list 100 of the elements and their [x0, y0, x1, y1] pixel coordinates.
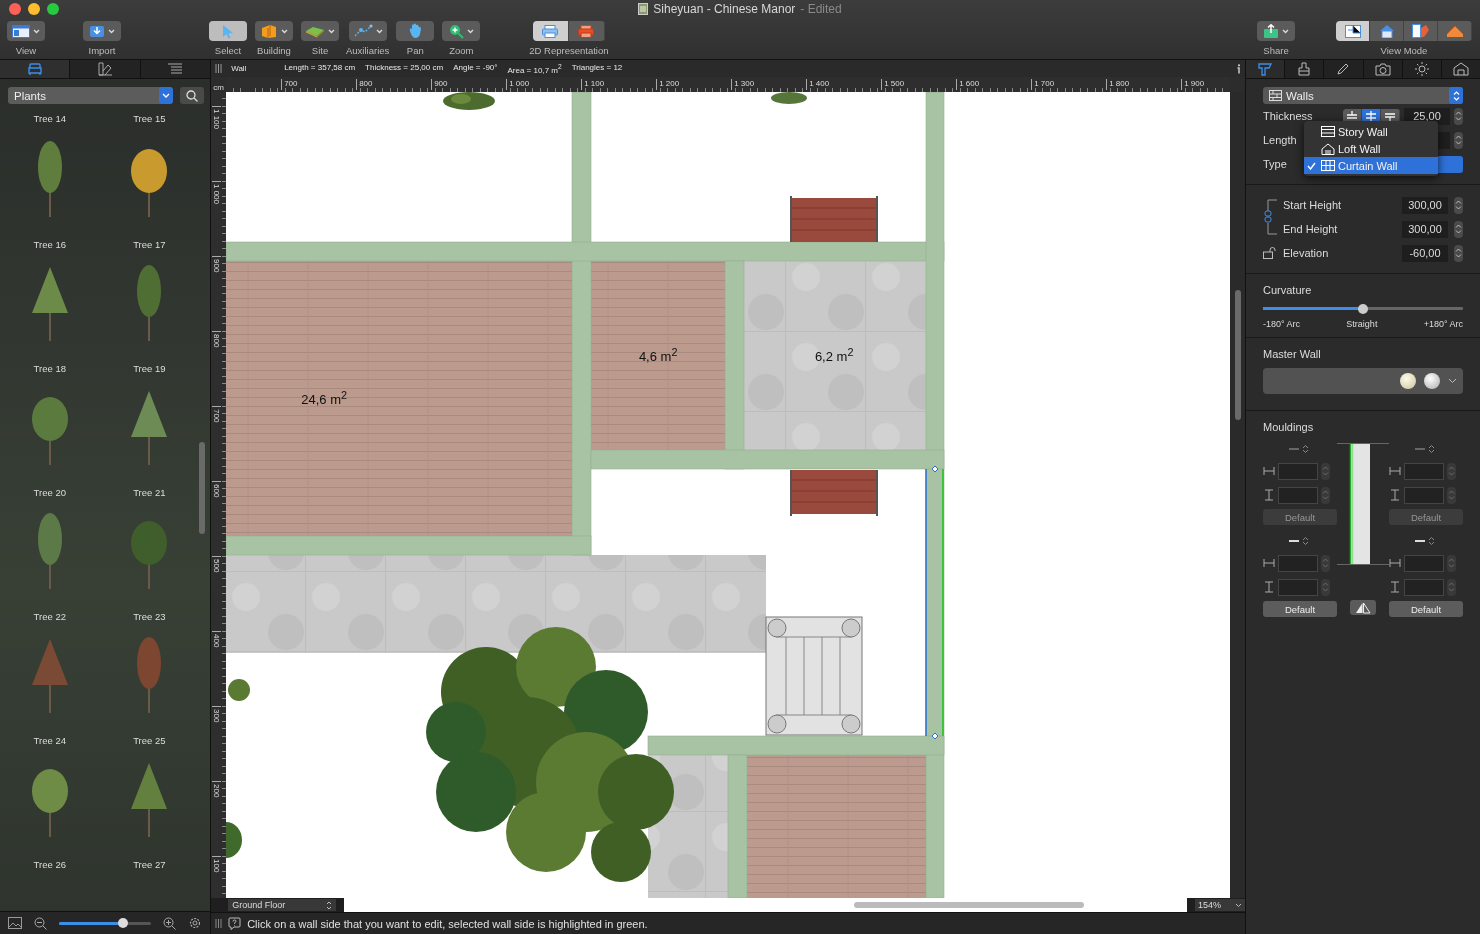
stairs-drawing[interactable]	[765, 616, 863, 736]
room-floor[interactable]	[226, 555, 767, 653]
height-field[interactable]: 300,00	[1402, 196, 1448, 214]
drag-handle-icon[interactable]	[215, 64, 223, 73]
height-field[interactable]	[1278, 578, 1318, 596]
floor-dropdown[interactable]: Ground Floor	[228, 899, 337, 911]
plant-item[interactable]: Tree 23	[99, 501, 200, 625]
plant-item[interactable]: Tree 24	[0, 625, 100, 749]
ruler-label: 1 500	[881, 79, 905, 90]
ruler-label: 800	[356, 79, 373, 90]
tool-button[interactable]	[442, 21, 481, 41]
scrollbar-thumb[interactable]	[199, 442, 206, 534]
width-field[interactable]	[1278, 462, 1318, 480]
help-bubble-icon	[228, 917, 242, 930]
height-field[interactable]	[1404, 578, 1444, 596]
stepper[interactable]	[1454, 107, 1463, 125]
close-button[interactable]	[9, 3, 21, 15]
measurement: Length = 357,58 cm	[284, 62, 356, 74]
default-button[interactable]: Default	[1263, 601, 1337, 617]
master-wall-dropdown[interactable]	[1263, 368, 1463, 394]
swatch-book-icon	[97, 62, 114, 76]
library-tab[interactable]	[0, 60, 70, 78]
menu-item[interactable]: Loft Wall	[1304, 140, 1438, 157]
width-field[interactable]	[1404, 462, 1444, 480]
menu-item[interactable]: Curtain Wall	[1304, 157, 1438, 174]
ruler-label: 1 900	[1181, 79, 1205, 90]
plant-item[interactable]: Tree 20	[0, 377, 100, 501]
room-area-label: 6,2 m$^{2}$	[814, 345, 854, 365]
measurement: Thickness = 25,00 cm	[365, 62, 444, 74]
width-field[interactable]	[1404, 554, 1444, 572]
zoom-in-icon[interactable]	[163, 916, 177, 930]
unlocked-padlock-icon[interactable]	[1263, 247, 1277, 259]
inspector-tab[interactable]	[1440, 60, 1480, 78]
plant-item[interactable]: Tree 19	[99, 253, 200, 377]
minimize-button[interactable]	[28, 3, 40, 15]
toolbar-button[interactable]	[1257, 21, 1295, 41]
inspector-tab[interactable]	[1401, 60, 1441, 78]
stepper[interactable]	[1454, 196, 1463, 214]
pencil-icon	[1336, 62, 1351, 76]
plant-item[interactable]: Tree 27	[99, 749, 200, 873]
height-field[interactable]: -60,00	[1402, 244, 1448, 262]
toolbar-button[interactable]	[83, 21, 121, 41]
info-icon[interactable]	[1236, 63, 1241, 74]
tool-button[interactable]	[348, 21, 387, 41]
toolbar-label: 2D Representation	[529, 45, 609, 56]
menu-item[interactable]: Story Wall	[1304, 123, 1438, 140]
search-button[interactable]	[180, 87, 205, 104]
stepper[interactable]	[1454, 244, 1463, 262]
tree-drawing[interactable]	[228, 679, 251, 701]
view-mode-button[interactable]	[1404, 21, 1438, 41]
stepper[interactable]	[1454, 220, 1463, 238]
chain-link-icon[interactable]	[1263, 199, 1279, 235]
height-field[interactable]: 300,00	[1402, 220, 1448, 238]
tool-button[interactable]	[396, 21, 435, 41]
height-field[interactable]	[1278, 486, 1318, 504]
bench-drawing[interactable]	[790, 469, 879, 517]
bench-drawing[interactable]	[790, 195, 879, 243]
measurement: Triangles = 12	[571, 62, 623, 74]
toolbar-button[interactable]	[7, 21, 45, 41]
stepper[interactable]	[1454, 131, 1463, 149]
curtain-wall-icon	[1321, 160, 1335, 171]
tree-drawing[interactable]	[771, 92, 808, 104]
inspector-tab[interactable]	[1362, 60, 1402, 78]
view-mode-button[interactable]	[1370, 21, 1404, 41]
library-tab[interactable]	[69, 60, 140, 78]
zoom-slider[interactable]	[59, 921, 152, 925]
zoom-out-icon[interactable]	[34, 916, 47, 930]
tree-drawing[interactable]	[426, 627, 675, 882]
scrollbar-thumb[interactable]	[1234, 290, 1241, 420]
default-button[interactable]: Default	[1389, 601, 1463, 617]
plant-item[interactable]: Tree 14	[0, 113, 100, 129]
drag-handle-icon[interactable]	[215, 919, 223, 928]
floor-plan-canvas[interactable]: 24,6 m$^{2}$ 4,6 m$^{2}$ 6,2 m$^{2}$	[226, 92, 1231, 898]
plant-item[interactable]: Tree 15	[99, 113, 200, 129]
category-dropdown[interactable]: Plants	[8, 87, 174, 104]
selected-wall-side[interactable]	[925, 465, 945, 740]
plant-item[interactable]: Tree 18	[0, 253, 100, 377]
plant-item[interactable]: Tree 26	[0, 749, 100, 873]
zoom-dropdown[interactable]: 154%	[1195, 899, 1245, 911]
ruler-label: 1 600	[956, 79, 980, 90]
zoom-button[interactable]	[47, 3, 59, 15]
plant-item[interactable]: Tree 22	[0, 501, 100, 625]
height-field[interactable]	[1404, 486, 1444, 504]
scrollbar-thumb[interactable]	[854, 902, 1085, 908]
plant-item[interactable]: Tree 17	[99, 129, 200, 253]
library-tab[interactable]	[139, 60, 211, 78]
tree-drawing[interactable]	[443, 92, 496, 110]
width-field[interactable]	[1278, 554, 1318, 572]
inspector-tab[interactable]	[1323, 60, 1363, 78]
object-type-dropdown[interactable]: Walls	[1263, 87, 1463, 104]
plant-item[interactable]: Tree 16	[0, 129, 100, 253]
flip-button[interactable]	[1350, 600, 1376, 615]
view-mode-button[interactable]	[1336, 21, 1370, 41]
tree-drawing[interactable]	[226, 822, 243, 858]
plant-item[interactable]: Tree 21	[99, 377, 200, 501]
settings-icon[interactable]	[188, 916, 203, 930]
plant-item[interactable]: Tree 25	[99, 625, 200, 749]
zoom-in-icon	[448, 23, 464, 39]
brick-wall-icon	[1269, 90, 1282, 101]
representation-button[interactable]	[532, 21, 569, 41]
